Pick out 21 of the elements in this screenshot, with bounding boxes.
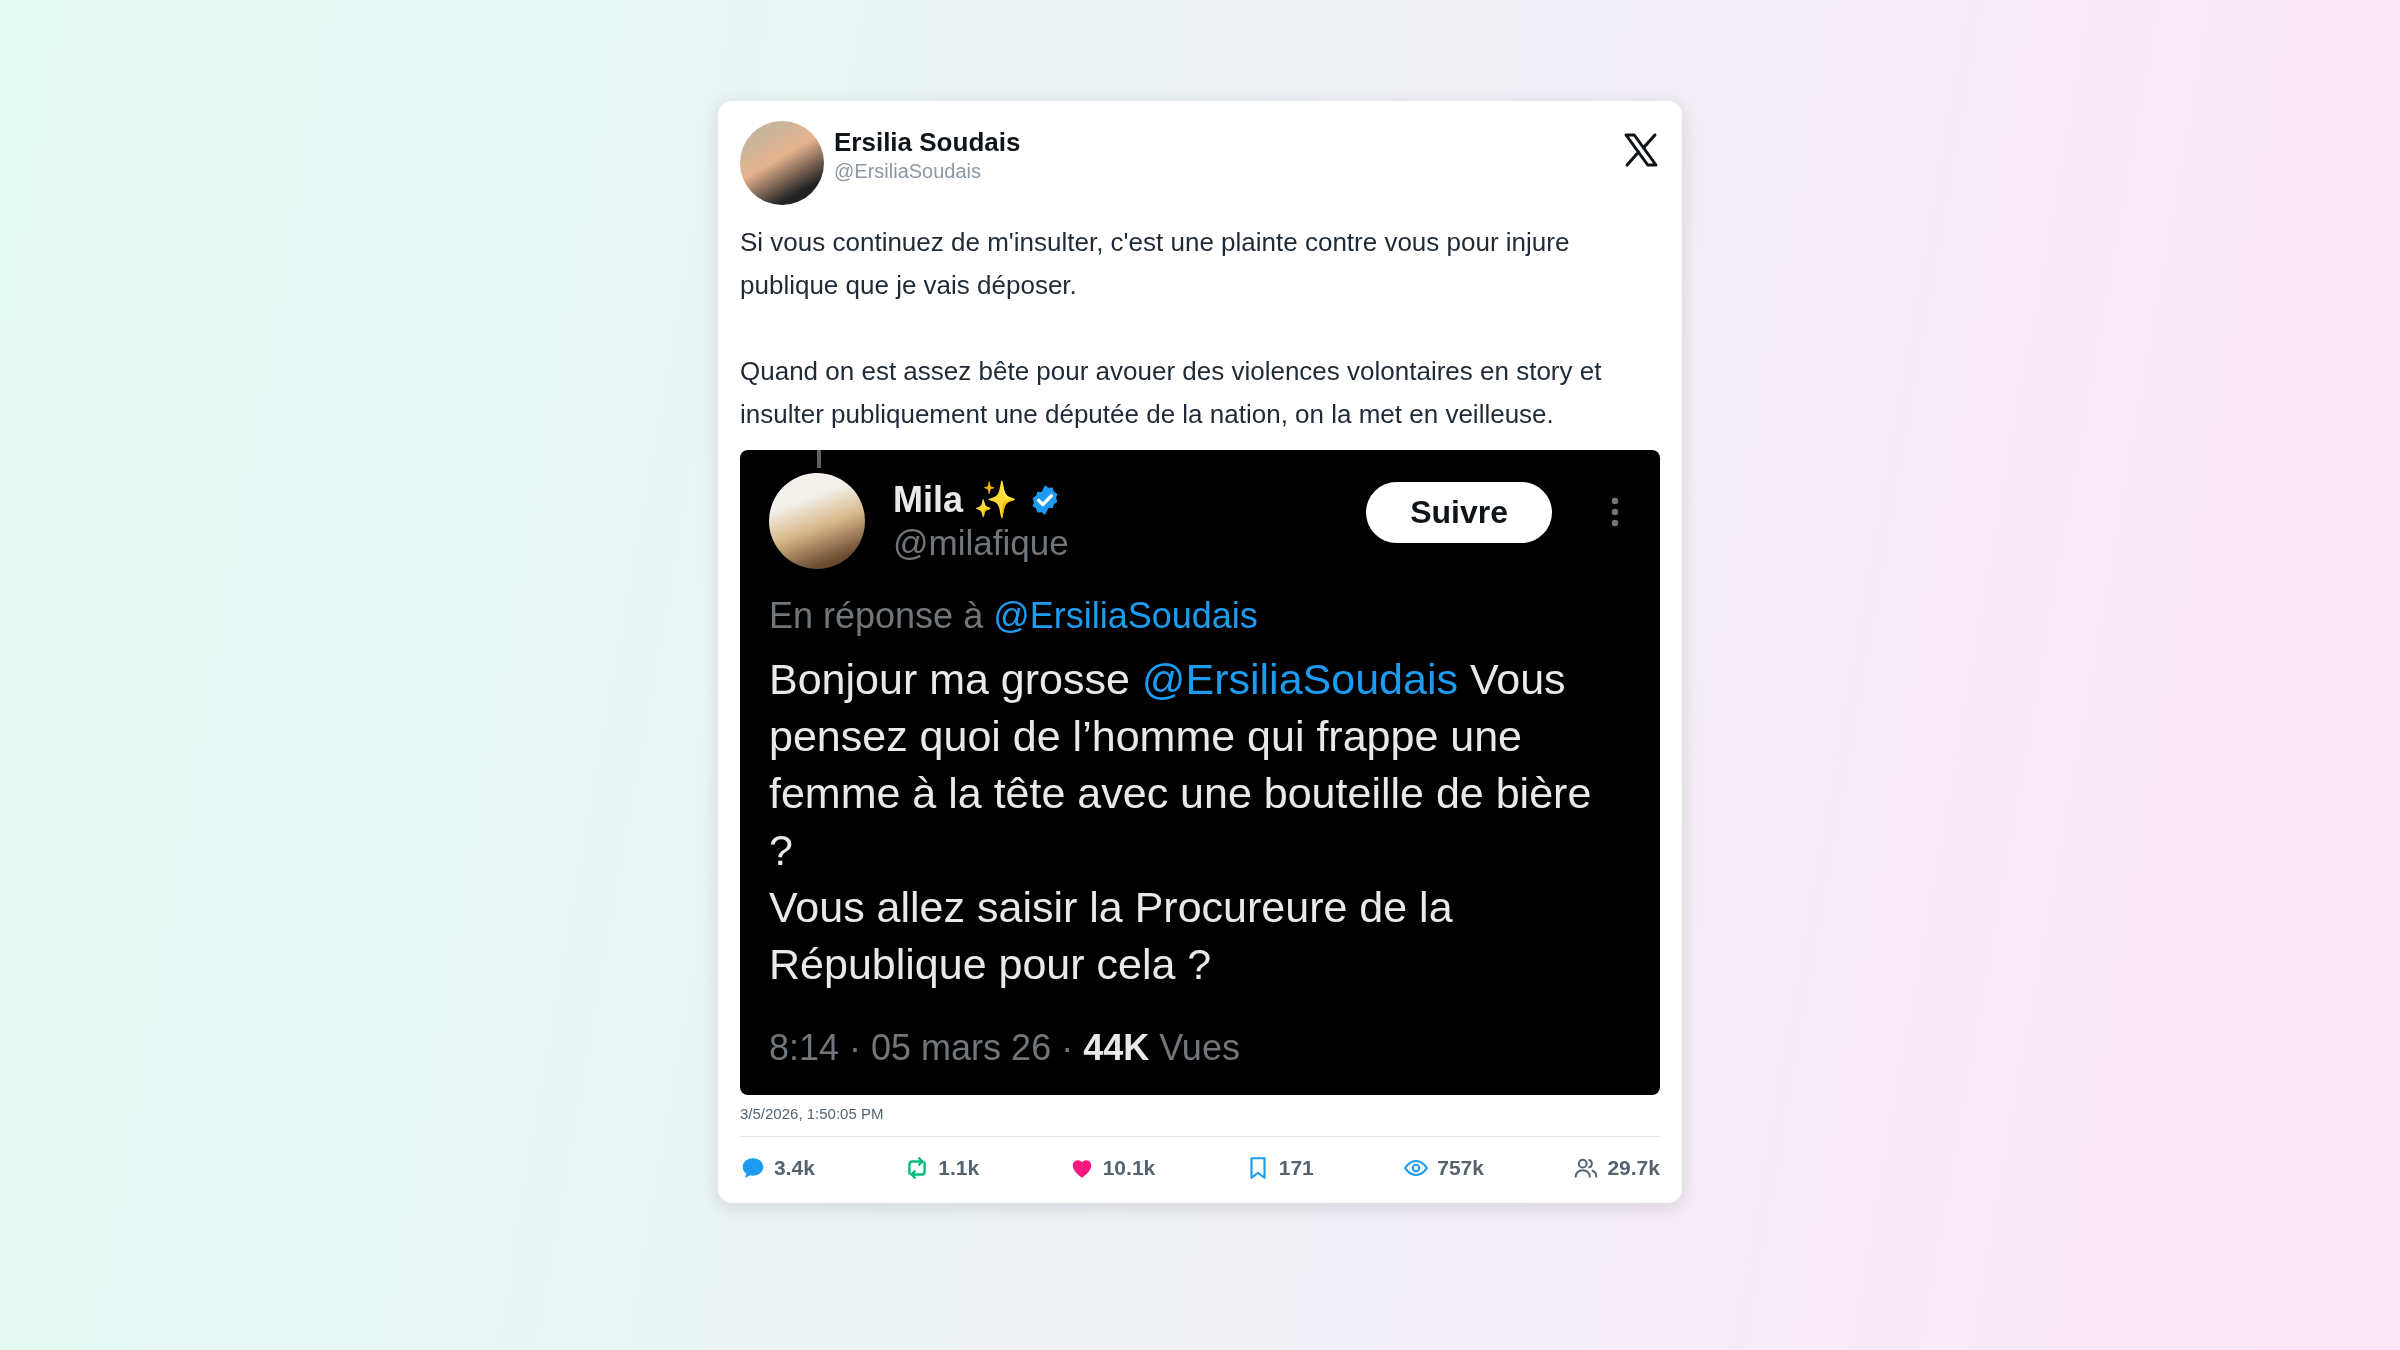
tweet-text: Si vous continuez de m'insulter, c'est une plainte contre vous pour injure publique que je vais déposer.: [740, 226, 1571, 302]
author-name: Ersilia Soudais: [834, 127, 1022, 158]
stat-count: 757k: [1437, 1156, 1484, 1180]
reply-context: En réponse à: [769, 595, 984, 637]
tweet-text: Quand on est assez bête pour avouer des violences volontaires en story et insulter publiquement une députée de la nation, on la met en veilleuse.: [740, 355, 1603, 431]
tweet-meta: 8:14 · 05 mars 26 · 44K Vues: [769, 1027, 1241, 1069]
stat-count: 3.4k: [774, 1156, 815, 1180]
timestamp: 3/5/2026, 1:50:05 PM: [740, 1105, 885, 1122]
mention-link[interactable]: @ErsiliaSoudais: [993, 595, 1258, 637]
tweet-text: Bonjour ma grosse @ErsiliaSoudais Vous pensez quoi de l’homme qui frappe une femme à la tête avec une bouteille de bière ? Vous allez saisir la Procureure de la République pour cela ?: [769, 654, 1593, 990]
stat-count: 29.7k: [1607, 1156, 1660, 1180]
speech-bubble-icon: [740, 1155, 766, 1181]
more-options-icon[interactable]: [1610, 497, 1620, 527]
display-name: Mila ✨: [893, 479, 1018, 521]
author-handle: @ErsiliaSoudais: [834, 160, 983, 183]
follow-button[interactable]: Suivre: [1366, 481, 1552, 543]
user-handle: @milafique: [893, 523, 1070, 563]
stat-count: 1.1k: [938, 1156, 980, 1180]
stat-count: 171: [1278, 1156, 1314, 1180]
x-logo-icon: [1622, 131, 1660, 169]
stat-count: 10.1k: [1102, 1156, 1156, 1180]
